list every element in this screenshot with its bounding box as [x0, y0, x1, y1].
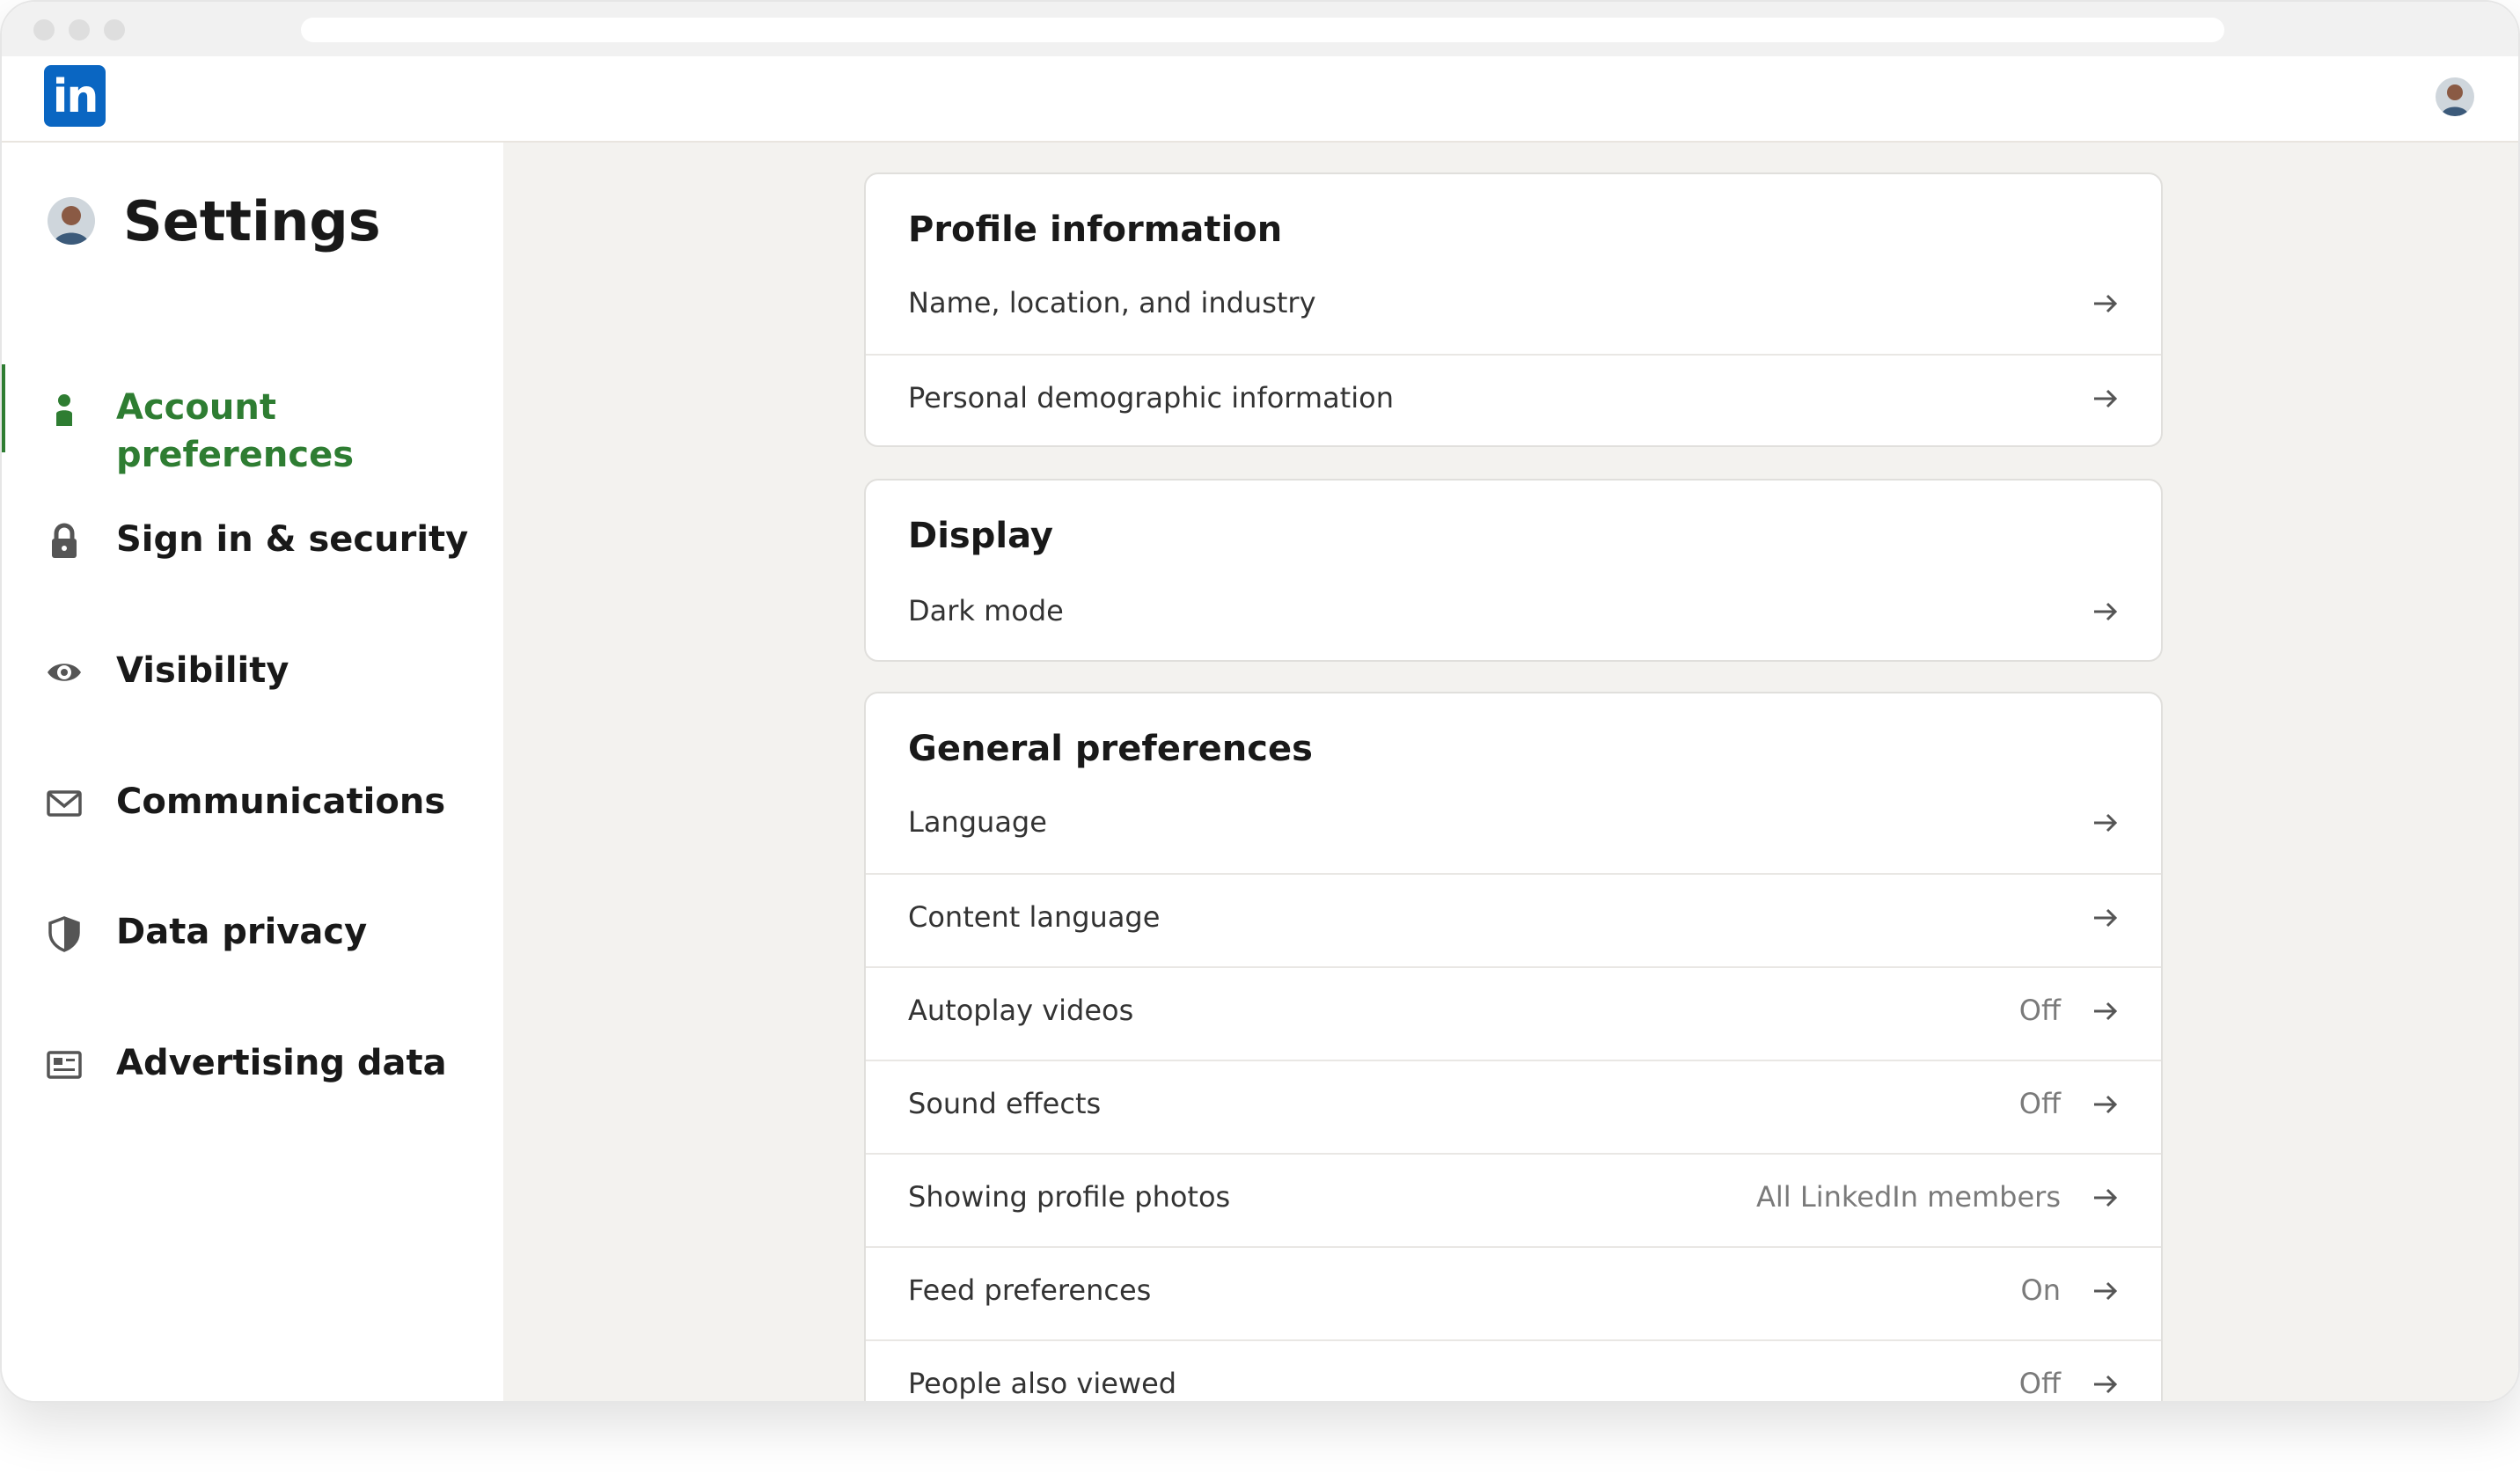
browser-chrome: [2, 2, 2518, 56]
window-minimize-dot[interactable]: [69, 19, 90, 40]
row-value: Off: [2018, 1087, 2061, 1120]
row-label: Name, location, and industry: [908, 286, 1316, 319]
shield-icon: [46, 915, 83, 952]
person-icon: [46, 391, 83, 428]
sidebar-item-label: Visibility: [116, 650, 289, 691]
linkedin-logo[interactable]: in: [44, 65, 106, 127]
profile-information-card: Profile information Name, location, and …: [864, 172, 2163, 447]
sidebar-item-advertising-data[interactable]: Advertising data: [2, 1020, 503, 1108]
arrow-right-icon: [2094, 1095, 2118, 1114]
row-autoplay-videos[interactable]: Autoplay videos Off: [866, 966, 2161, 1060]
sidebar-item-label: Communications: [116, 781, 446, 822]
row-content-language[interactable]: Content language: [866, 873, 2161, 966]
row-label: Personal demographic information: [908, 381, 1394, 415]
row-label: Dark mode: [908, 594, 1064, 627]
arrow-right-icon: [2094, 1001, 2118, 1021]
profile-avatar-icon[interactable]: [2436, 77, 2474, 116]
row-value: Off: [2018, 994, 2061, 1027]
arrow-right-icon: [2094, 602, 2118, 621]
row-sound-effects[interactable]: Sound effects Off: [866, 1060, 2161, 1153]
sidebar-item-label: Sign in & security: [116, 519, 469, 560]
arrow-right-icon: [2094, 294, 2118, 313]
sidebar-item-data-privacy[interactable]: Data privacy: [2, 889, 503, 977]
row-feed-preferences[interactable]: Feed preferences On: [866, 1246, 2161, 1339]
row-label: Autoplay videos: [908, 994, 1134, 1027]
arrow-right-icon: [2094, 813, 2118, 833]
sidebar-item-label: Data privacy: [116, 912, 368, 952]
window-maximize-dot[interactable]: [104, 19, 125, 40]
row-showing-profile-photos[interactable]: Showing profile photos All LinkedIn memb…: [866, 1153, 2161, 1246]
row-name-location-industry[interactable]: Name, location, and industry: [866, 260, 2161, 354]
row-personal-demographic-information[interactable]: Personal demographic information: [866, 354, 2161, 445]
row-label: Content language: [908, 900, 1161, 934]
row-label: Showing profile photos: [908, 1180, 1231, 1214]
ad-icon: [46, 1046, 83, 1083]
arrow-right-icon: [2094, 1281, 2118, 1301]
row-dark-mode[interactable]: Dark mode: [866, 569, 2161, 660]
settings-sidebar: Settings Account preferences Sign in & s…: [2, 143, 503, 1401]
sidebar-item-sign-in-security[interactable]: Sign in & security: [2, 496, 503, 584]
sidebar-item-label: Advertising data: [116, 1043, 447, 1083]
row-label: Language: [908, 805, 1047, 839]
lock-icon: [46, 523, 83, 560]
row-language[interactable]: Language: [866, 780, 2161, 873]
address-bar[interactable]: [301, 18, 2224, 42]
general-preferences-card: General preferences Language Content lan…: [864, 692, 2163, 1401]
eye-icon: [46, 654, 83, 691]
display-card: Display Dark mode: [864, 479, 2163, 662]
sidebar-item-account-preferences[interactable]: Account preferences: [2, 364, 503, 475]
row-people-also-viewed[interactable]: People also viewed Off: [866, 1339, 2161, 1401]
arrow-right-icon: [2094, 1188, 2118, 1207]
arrow-right-icon: [2094, 908, 2118, 928]
row-value: All LinkedIn members: [1756, 1180, 2061, 1214]
sidebar-item-visibility[interactable]: Visibility: [2, 627, 503, 715]
row-value: Off: [2018, 1367, 2061, 1400]
row-label: Feed preferences: [908, 1273, 1152, 1307]
arrow-right-icon: [2094, 389, 2118, 408]
envelope-icon: [46, 785, 83, 822]
row-label: People also viewed: [908, 1367, 1177, 1400]
section-title: Display: [908, 516, 1053, 556]
row-label: Sound effects: [908, 1087, 1102, 1120]
sidebar-item-communications[interactable]: Communications: [2, 759, 503, 847]
sidebar-item-label: Account preferences: [116, 387, 354, 475]
browser-window: in Settings Account preferences Sign in …: [0, 0, 2520, 1403]
page-title: Settings: [123, 189, 381, 253]
settings-content: Profile information Name, location, and …: [503, 143, 2518, 1401]
arrow-right-icon: [2094, 1375, 2118, 1394]
window-close-dot[interactable]: [33, 19, 55, 40]
top-nav: in: [2, 56, 2518, 143]
row-value: On: [2020, 1273, 2061, 1307]
section-title: Profile information: [908, 209, 1283, 250]
user-avatar-icon: [48, 197, 95, 245]
section-title: General preferences: [908, 729, 1313, 769]
